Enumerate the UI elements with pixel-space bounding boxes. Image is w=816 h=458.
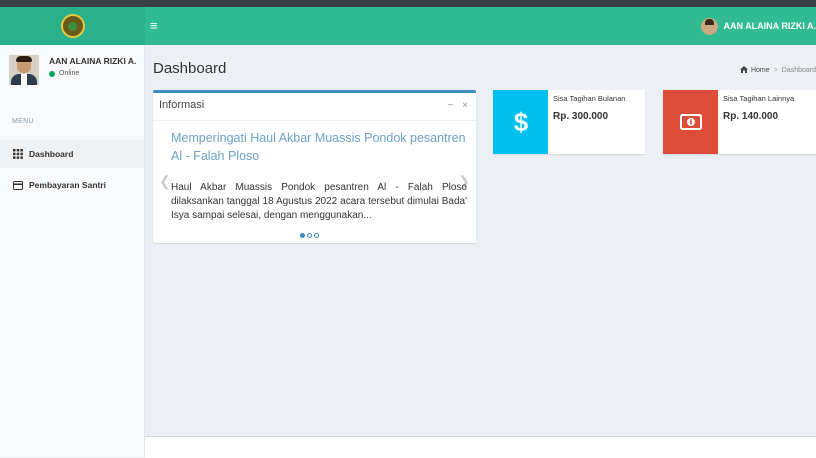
- informasi-panel: Informasi − × Memperingati Haul Akbar Mu…: [153, 90, 476, 243]
- dollar-icon: $: [493, 90, 548, 154]
- carousel-indicator[interactable]: [307, 233, 312, 238]
- info-box-label: Sisa Tagihan Bulanan: [553, 94, 625, 103]
- user-status: Online: [49, 70, 79, 77]
- svg-text:$: $: [513, 107, 528, 137]
- panel-header: Informasi − ×: [153, 93, 476, 121]
- breadcrumb-separator-icon: >: [774, 67, 778, 74]
- info-box-value: Rp. 140.000: [723, 111, 778, 122]
- header-user-name: AAN ALAINA RIZKI A.: [724, 21, 816, 31]
- panel-title: Informasi: [159, 99, 204, 111]
- close-button[interactable]: ×: [462, 100, 468, 111]
- info-box-tagihan-lainnya: Sisa Tagihan Lainnya Rp. 140.000: [663, 90, 816, 154]
- avatar: [9, 55, 39, 85]
- main-footer: [145, 436, 816, 458]
- slide-title-link[interactable]: Memperingati Haul Akbar Muassis Pondok p…: [171, 129, 467, 165]
- app-logo[interactable]: [0, 7, 145, 45]
- info-box-value: Rp. 300.000: [553, 111, 608, 122]
- carousel-indicators: [300, 233, 319, 238]
- user-menu[interactable]: AAN ALAINA RIZKI A.: [701, 7, 816, 45]
- menu-header: MENU: [12, 118, 34, 125]
- info-box-label: Sisa Tagihan Lainnya: [723, 94, 794, 103]
- status-label: Online: [59, 70, 79, 77]
- user-panel: AAN ALAINA RIZKI A. Online: [9, 55, 139, 95]
- money-icon: [663, 90, 718, 154]
- carousel-indicator[interactable]: [300, 233, 305, 238]
- breadcrumb: Home > Dashboard: [740, 66, 816, 75]
- sidebar-item-label: Pembayaran Santri: [29, 180, 106, 190]
- breadcrumb-home-link[interactable]: Home: [751, 67, 770, 74]
- grid-icon: [13, 149, 23, 159]
- sidebar: AAN ALAINA RIZKI A. Online MENU Dashboar…: [0, 45, 145, 457]
- sidebar-toggle-button[interactable]: ≡: [150, 7, 158, 45]
- collapse-button[interactable]: −: [447, 100, 453, 111]
- window-top-bar: [0, 0, 816, 7]
- sidebar-item-label: Dashboard: [29, 149, 73, 159]
- page-title: Dashboard: [153, 60, 226, 77]
- logo-emblem-icon: [61, 14, 85, 38]
- online-dot-icon: [49, 71, 55, 77]
- user-avatar-icon: [701, 18, 718, 35]
- credit-card-icon: [13, 180, 23, 190]
- carousel-prev-icon[interactable]: ❮: [159, 173, 171, 190]
- panel-tools: − ×: [447, 100, 468, 111]
- sidebar-user-name: AAN ALAINA RIZKI A.: [49, 56, 136, 66]
- home-icon: [740, 66, 748, 75]
- sidebar-item-pembayaran-santri[interactable]: Pembayaran Santri: [0, 171, 144, 199]
- carousel-indicator[interactable]: [314, 233, 319, 238]
- main-header: ≡ AAN ALAINA RIZKI A.: [0, 7, 816, 45]
- breadcrumb-current: Dashboard: [782, 67, 816, 74]
- sidebar-item-dashboard[interactable]: Dashboard: [0, 140, 144, 168]
- info-box-tagihan-bulanan: $ Sisa Tagihan Bulanan Rp. 300.000: [493, 90, 645, 154]
- slide-text: Haul Akbar Muassis Pondok pesantren Al -…: [171, 181, 467, 223]
